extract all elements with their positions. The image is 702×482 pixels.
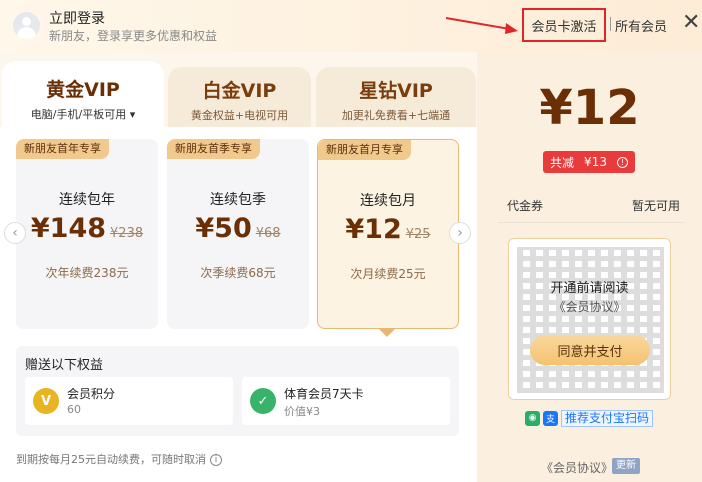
tab-title: 星钻VIP xyxy=(359,80,433,102)
card-activate-button[interactable]: 会员卡激活 xyxy=(522,8,606,42)
plan-badge: 新朋友首月专享 xyxy=(318,140,411,160)
tab-title: 白金VIP xyxy=(202,80,277,102)
sports-card-icon: ✓ xyxy=(250,388,276,414)
gift-value: 价值¥3 xyxy=(284,405,320,418)
plan-badge: 新朋友首季专享 xyxy=(167,139,260,159)
pay-method-row: ◉ 支 推荐支付宝扫码 xyxy=(525,409,654,427)
plan-card-quarterly[interactable]: 新朋友首季专享 连续包季 ¥50 ¥68 次季续费68元 xyxy=(167,139,309,329)
red-arrow-annotation xyxy=(445,17,518,34)
agree-and-pay-button[interactable]: 同意并支付 xyxy=(530,335,650,365)
alipay-icon: 支 xyxy=(543,410,558,426)
plan-price: ¥148 ¥238 xyxy=(30,213,144,244)
close-icon[interactable]: ✕ xyxy=(682,12,700,34)
plan-card-yearly[interactable]: 新朋友首年专享 连续包年 ¥148 ¥238 次年续费238元 xyxy=(16,139,158,329)
tab-diamond-vip[interactable]: 星钻VIP 加更礼免费看+七端通 xyxy=(316,67,476,127)
coupon-label: 代金券 xyxy=(507,199,544,213)
gift-title: 赠送以下权益 xyxy=(25,358,104,373)
plan-price: ¥50 ¥68 xyxy=(195,213,281,244)
gift-value: 60 xyxy=(67,403,81,416)
agreement-link[interactable]: 《会员协议》 xyxy=(541,459,613,476)
tab-gold-vip[interactable]: 黄金VIP 电脑/手机/平板可用 ▾ xyxy=(2,61,164,127)
coupon-value[interactable]: 暂无可用 xyxy=(632,197,680,214)
gift-section: 赠送以下权益 V 会员积分 60 ✓ 体育会员7天卡 价值¥3 xyxy=(16,346,459,436)
next-arrow-icon[interactable]: › xyxy=(449,222,471,244)
plan-renew-note: 次季续费68元 xyxy=(200,266,276,280)
plan-name: 连续包月 xyxy=(360,193,416,209)
gift-name: 会员积分 xyxy=(67,387,116,401)
plan-card-monthly[interactable]: 新朋友首月专享 连续包月 ¥12 ¥25 次月续费25元 xyxy=(317,139,459,329)
qr-agreement-link[interactable]: 《会员协议》 xyxy=(509,298,670,315)
all-members-link[interactable]: 所有会员 xyxy=(615,16,667,35)
tab-subtitle: 加更礼免费看+七端通 xyxy=(341,109,451,122)
alipay-scan-link[interactable]: 推荐支付宝扫码 xyxy=(561,409,654,427)
login-title[interactable]: 立即登录 xyxy=(49,8,105,28)
plan-renew-note: 次月续费25元 xyxy=(350,267,426,281)
gift-sports-card: ✓ 体育会员7天卡 价值¥3 xyxy=(242,377,450,425)
prev-arrow-icon[interactable]: ‹ xyxy=(4,222,26,244)
qr-code-pattern xyxy=(517,247,664,393)
wechat-pay-icon: ◉ xyxy=(525,410,540,426)
tab-subtitle: 黄金权益+电视可用 xyxy=(190,109,289,122)
avatar[interactable] xyxy=(13,12,40,39)
login-subtitle: 新朋友，登录享更多优惠和权益 xyxy=(49,29,218,43)
tab-platinum-vip[interactable]: 白金VIP 黄金权益+电视可用 xyxy=(168,67,311,127)
plan-renew-note: 次年续费238元 xyxy=(45,266,129,280)
vip-coin-icon: V xyxy=(33,388,59,414)
renew-footnote: 到期按每月25元自动续费，可随时取消 i xyxy=(16,451,222,467)
divider xyxy=(498,222,685,223)
tab-title: 黄金VIP xyxy=(46,79,120,101)
update-badge: 更新 xyxy=(612,458,640,474)
plan-badge: 新朋友首年专享 xyxy=(16,139,109,159)
tab-subtitle: 电脑/手机/平板可用 ▾ xyxy=(30,108,136,121)
info-icon[interactable]: i xyxy=(210,454,222,466)
plan-name: 连续包季 xyxy=(210,192,266,208)
gift-name: 体育会员7天卡 xyxy=(284,387,364,401)
selected-pointer xyxy=(379,329,395,337)
pay-price: ¥12 xyxy=(539,80,640,136)
qr-prompt: 开通前请阅读 xyxy=(550,281,629,296)
info-icon[interactable]: ! xyxy=(616,156,628,168)
discount-badge: 共减 ¥13! xyxy=(543,151,635,173)
header-separator xyxy=(610,17,611,31)
qr-code-box: 开通前请阅读 《会员协议》 同意并支付 xyxy=(508,238,671,400)
gift-points: V 会员积分 60 xyxy=(25,377,233,425)
plan-name: 连续包年 xyxy=(59,192,115,208)
plan-price: ¥12 ¥25 xyxy=(345,214,431,245)
